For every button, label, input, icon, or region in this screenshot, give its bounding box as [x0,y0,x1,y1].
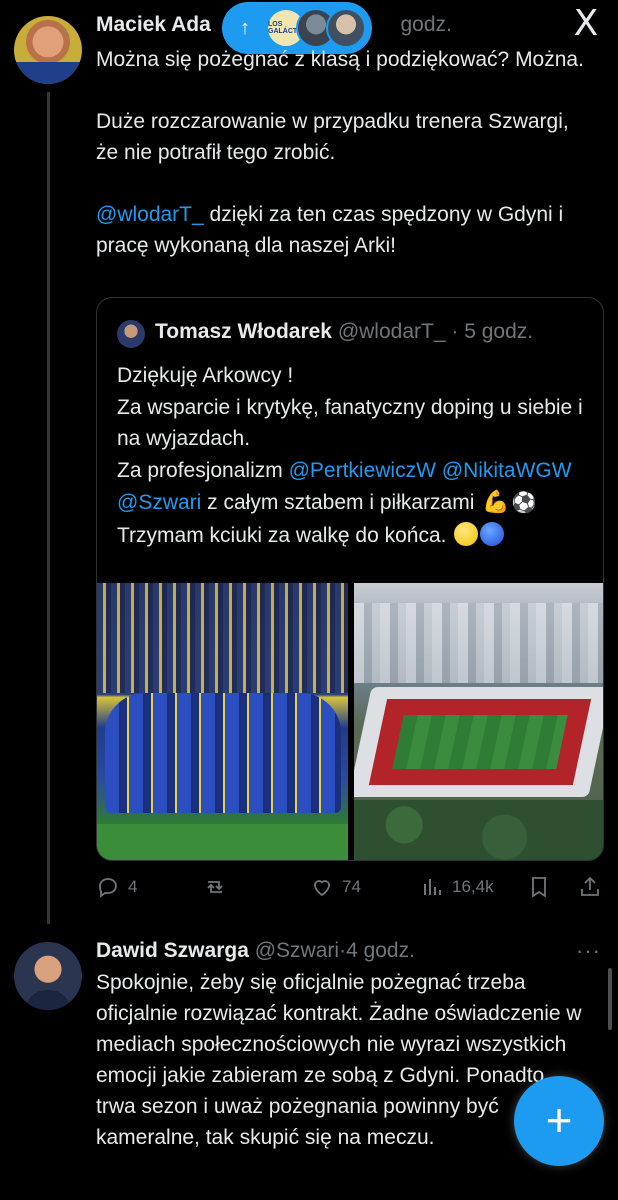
blue-circle-icon [480,521,505,546]
scrollbar[interactable] [608,968,612,1030]
reply-icon [99,878,117,898]
author-handle: @wlodarT_ [337,320,446,343]
avatar[interactable] [14,942,82,1010]
tweet-paragraph: @wlodarT_ dzięki za ten czas spędzony w … [96,199,596,261]
quote-line: Za profesjonalizm @PertkiewiczW @NikitaW… [117,455,597,520]
tweet-time: 5 godz. [464,320,534,343]
field-graphic [392,715,568,769]
quoted-tweet[interactable]: Tomasz Włodarek @wlodarT_ · 5 godz. Dzię… [96,297,604,861]
tweet-text: Można się pożegnać z klasą i podziękować… [96,44,596,261]
close-icon[interactable]: X [566,4,606,44]
quote-text-span: Za profesjonalizm [117,458,289,482]
mention-link[interactable]: @wlodarT_ [96,203,204,226]
tweet-paragraph: Można się pożegnać z klasą i podziękować… [96,48,584,71]
stadium-aerial-photo[interactable] [354,583,603,860]
heart-icon [314,880,330,897]
bookmark-button[interactable] [527,870,551,904]
tweet-text: Spokojnie, żeby się oficjalnie pożegnać … [96,971,582,1149]
yellow-circle-icon [454,521,479,546]
team-graphic [105,693,341,813]
quoted-tweet-header: Tomasz Włodarek @wlodarT_ · 5 godz. [155,320,533,344]
quote-line: Trzymam kciuki za walkę do końca. [117,520,597,552]
reply-button[interactable]: 4 [96,870,137,904]
views-button[interactable]: 16,4k [420,870,494,904]
quote-line: Za wsparcie i krytykę, fanatyczny doping… [117,395,583,451]
tweet-time[interactable]: godz. [400,13,451,36]
soccer-ball-icon: ⚽ [511,492,537,514]
views-count: 16,4k [452,877,494,896]
separator-dot: · [339,939,347,962]
trees-graphic [354,800,603,860]
bookmark-icon [532,877,546,898]
repost-button[interactable] [203,870,227,904]
compose-post-button[interactable]: + [514,1076,604,1166]
author-handle[interactable]: @Szwari [255,939,339,962]
reply-count: 4 [128,877,138,896]
flexed-biceps-icon: 💪 [482,489,510,514]
quoted-tweet-text: Dziękuję Arkowcy ! Za wsparcie i krytykę… [117,360,597,551]
author-name[interactable]: Maciek Ada [96,13,211,36]
mention-link[interactable]: @NikitaWGW [442,459,572,482]
pitch-graphic [97,824,348,860]
avatar [326,8,366,48]
crowd-graphic [97,583,348,693]
share-button[interactable] [578,870,602,904]
views-chart-icon [424,879,441,895]
more-options-icon[interactable]: ··· [576,938,601,964]
share-icon [581,876,599,896]
avatar[interactable] [14,16,82,84]
author-name[interactable]: Dawid Szwarga [96,939,249,962]
avatar [117,320,145,348]
mention-link[interactable]: @PertkiewiczW [289,459,436,482]
team-celebration-photo[interactable] [97,583,348,860]
tweet-paragraph: Duże rozczarowanie w przypadku trenera S… [96,110,569,164]
tweet-time[interactable]: 4 godz. [346,939,415,962]
separator-dot: · [451,320,459,343]
city-graphic [354,603,603,683]
author-name: Tomasz Włodarek [155,320,332,343]
tweet-header: Dawid Szwarga @Szwari·4 godz. [96,939,415,963]
quote-line: Dziękuję Arkowcy ! [117,364,294,387]
thread-connector-line [47,92,50,924]
quote-text-span: Trzymam kciuki za walkę do końca. [117,523,453,547]
quote-text-span: z całym sztabem i piłkarzami [201,491,481,514]
mention-link[interactable]: @Szwari [117,491,201,514]
arrow-up-icon: ↑ [240,16,250,39]
tweet-action-bar: 4 74 16,4k [96,870,606,904]
like-button[interactable]: 74 [310,870,361,904]
repost-icon [207,881,223,893]
like-count: 74 [342,877,361,896]
